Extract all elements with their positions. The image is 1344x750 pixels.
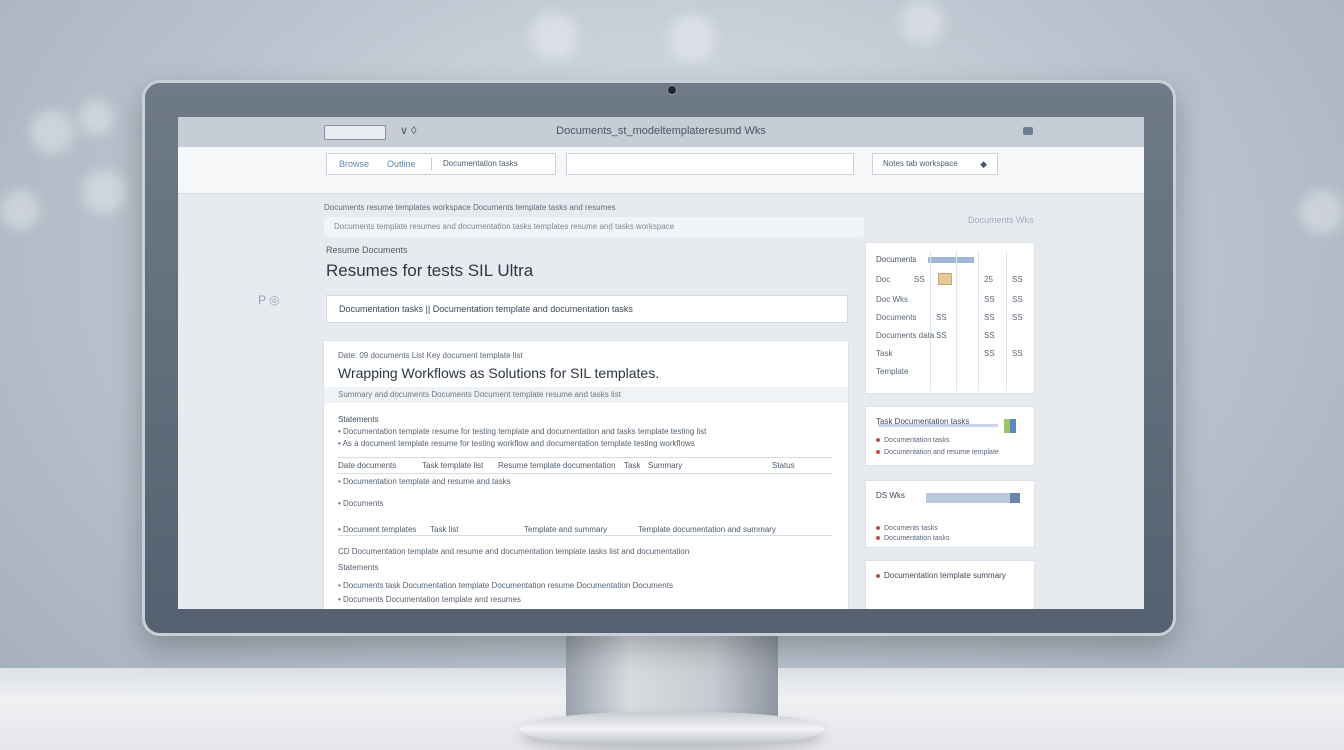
summary-panel: Documentation template summary: [866, 561, 1034, 609]
ds-panel: DS Wks Documents tasks Documentation tas…: [866, 481, 1034, 547]
list-item: • Documents task Documentation template …: [338, 581, 673, 590]
window-title: Documents_st_modeltemplateresumd Wks: [556, 125, 766, 137]
table-cell: Task template list: [422, 461, 484, 470]
toolbar: Browse Outline Documentation tasks Notes…: [178, 147, 1144, 194]
monitor: ∨ ◊ Documents_st_modeltemplateresumd Wks…: [142, 80, 1176, 636]
table-cell: Summary: [648, 461, 683, 470]
status-badge: [938, 273, 952, 285]
toolbar-tab-group: Browse Outline Documentation tasks: [326, 153, 556, 175]
table-cell: SS: [914, 275, 925, 284]
summary-table-panel: Documents Doc SS 25 SS Doc Wks SS SS Doc…: [866, 243, 1034, 393]
table-cell: Documents data: [876, 331, 935, 340]
table-cell: Task: [624, 461, 641, 470]
document-card: Date: 09 documents List Key document tem…: [324, 341, 848, 609]
table-cell: Status: [772, 461, 795, 470]
tab-outline[interactable]: Outline: [387, 154, 416, 174]
table-cell: Template and summary: [524, 525, 608, 534]
breadcrumb-path[interactable]: Documents template resumes and documenta…: [334, 222, 674, 231]
table-cell: SS: [984, 331, 995, 340]
card-tags-text: Summary and documents Documents Document…: [338, 390, 621, 399]
list-item: • Documents: [338, 499, 384, 508]
card-subheading: Statements: [338, 415, 379, 424]
bullet-icon: [876, 573, 880, 578]
bullet-icon: [876, 438, 880, 443]
table-cell: Doc: [876, 275, 891, 284]
panel-header: Documents: [876, 255, 917, 264]
task-panel: Task Documentation tasks Documentation t…: [866, 407, 1034, 465]
toolbar-filter[interactable]: Notes tab workspace ◆: [872, 153, 998, 175]
list-item[interactable]: Documentation and resume template: [876, 449, 999, 456]
list-item: • Documents Documentation template and r…: [338, 595, 521, 604]
list-item: CD Documentation template and resume and…: [338, 547, 690, 556]
dropdown-icon[interactable]: ◆: [980, 154, 987, 174]
table-cell: SS: [1012, 313, 1023, 322]
title-bar: ∨ ◊ Documents_st_modeltemplateresumd Wks: [178, 117, 1144, 147]
divider: [338, 535, 832, 536]
workspace-label: Documents Wks: [968, 215, 1034, 225]
table-cell: Template: [876, 367, 909, 376]
bullet-icon: [876, 526, 880, 531]
card-heading: Wrapping Workflows as Solutions for SIL …: [338, 365, 660, 381]
notice-bar: Documentation tasks || Documentation tem…: [326, 295, 848, 323]
card-meta: Date: 09 documents List Key document tem…: [338, 351, 523, 360]
list-item[interactable]: Documentation tasks: [876, 535, 949, 542]
window-action-icon[interactable]: [1023, 127, 1033, 135]
table-cell: 25: [984, 275, 993, 284]
breadcrumb: Documents resume templates workspace Doc…: [324, 203, 616, 212]
table-cell: SS: [1012, 349, 1023, 358]
bullet-icon: [876, 450, 880, 455]
card-tags: Summary and documents Documents Document…: [324, 387, 848, 403]
search-input[interactable]: [566, 153, 854, 175]
progress-bar: [926, 493, 1020, 503]
table-cell: SS: [936, 331, 947, 340]
back-icon[interactable]: P ◎: [258, 293, 280, 307]
table-cell: SS: [936, 313, 947, 322]
progress-bar: [878, 424, 998, 427]
section-label: Resume Documents: [326, 245, 408, 255]
list-item[interactable]: Documents tasks: [876, 525, 938, 532]
highlight-bar: [928, 257, 974, 263]
table-cell: Task: [876, 349, 893, 358]
table-cell: Template documentation and summary: [638, 525, 776, 534]
monitor-stand: [566, 630, 778, 722]
list-item: • As a document template resume for test…: [338, 439, 695, 448]
page-title: Resumes for tests SIL Ultra: [326, 261, 534, 280]
table-cell: SS: [1012, 275, 1023, 284]
list-item: Statements: [338, 563, 379, 572]
screen: ∨ ◊ Documents_st_modeltemplateresumd Wks…: [178, 117, 1144, 609]
table-cell: SS: [984, 349, 995, 358]
list-item[interactable]: Documentation tasks: [876, 437, 949, 444]
toolbar-field[interactable]: Documentation tasks: [443, 154, 518, 174]
table-cell: Documents: [876, 313, 917, 322]
filter-label: Notes tab workspace: [883, 159, 958, 168]
camera-icon: [667, 85, 677, 95]
tab-browse[interactable]: Browse: [339, 154, 369, 174]
divider: [338, 457, 832, 458]
panel-title: Documentation template summary: [876, 571, 1006, 580]
table-cell: • Document templates: [338, 525, 417, 534]
divider: [338, 473, 832, 474]
monitor-base: [520, 712, 824, 746]
main-content: P ◎ Documents resume templates workspace…: [178, 193, 1144, 609]
panel-title: DS Wks: [876, 491, 905, 500]
table-cell: Doc Wks: [876, 295, 908, 304]
breadcrumb-bar: Documents template resumes and documenta…: [324, 217, 864, 237]
list-item: • Documentation template resume for test…: [338, 427, 707, 436]
table-cell: SS: [984, 295, 995, 304]
table-cell: Task list: [430, 525, 459, 534]
table-cell: SS: [984, 313, 995, 322]
list-item: • Documentation template and resume and …: [338, 477, 511, 486]
table-cell: Resume template documentation: [498, 461, 616, 470]
status-icon: [1004, 419, 1016, 433]
divider: [431, 158, 432, 170]
bullet-icon: [876, 536, 880, 541]
table-cell: Date documents: [338, 461, 397, 470]
table-cell: SS: [1012, 295, 1023, 304]
scroll-handle[interactable]: [1010, 493, 1020, 503]
